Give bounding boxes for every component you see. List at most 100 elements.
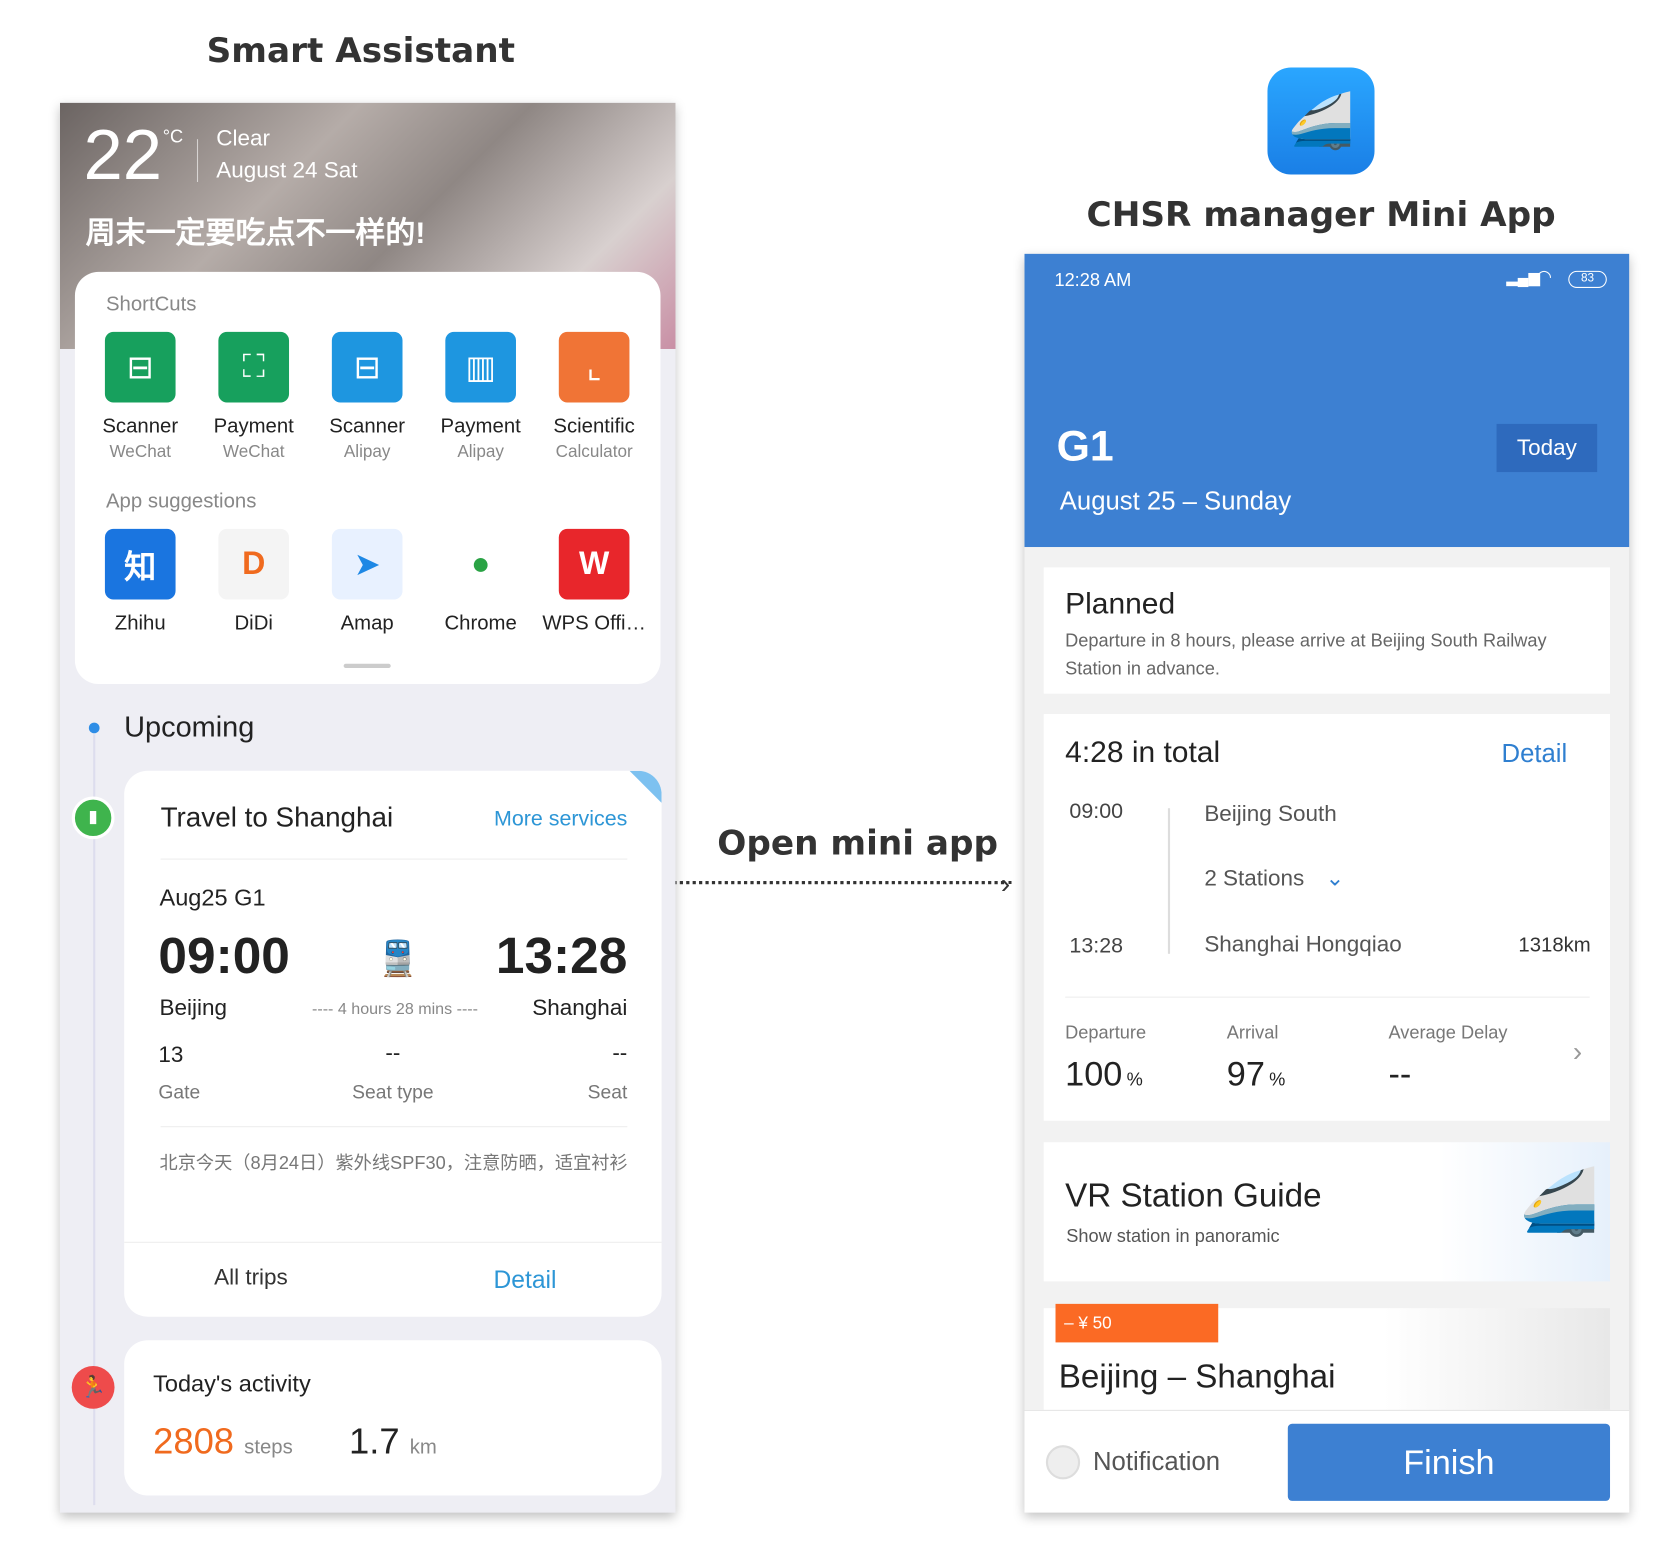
departure-time: 09:00 (158, 928, 290, 985)
notification-checkbox[interactable] (1045, 1445, 1081, 1480)
slogan: 周末一定要吃点不一样的! (85, 216, 426, 250)
shortcut-scanner-wechat[interactable]: ⊟ Scanner WeChat (83, 331, 196, 463)
shortcut-label: Scanner (102, 415, 179, 438)
zhihu-logo-icon: 知 (104, 528, 176, 600)
seat-type-value: -- (385, 1040, 401, 1066)
chevron-down-icon: ⌄ (1325, 866, 1345, 891)
stat-label: Average Delay (1388, 1022, 1508, 1043)
stat-value: -- (1388, 1054, 1415, 1094)
divider (124, 1241, 662, 1243)
distance-unit: km (409, 1436, 437, 1460)
shortcut-sublabel: Alipay (457, 443, 504, 462)
seat-label: Seat (587, 1081, 628, 1103)
weather-condition: Clear (216, 126, 270, 151)
chsr-mini-app-screen: 12:28 AM ▂▄▆ ◠ 83 G1 Today August 25 – S… (1024, 253, 1630, 1513)
journey-card: 4:28 in total Detail 09:00 Beijing South… (1043, 714, 1611, 1121)
shortcut-scientific-calculator[interactable]: ⌞ Scientific Calculator (537, 331, 650, 463)
divider (160, 1126, 628, 1128)
today-button[interactable]: Today (1496, 423, 1598, 473)
vr-guide-card[interactable]: VR Station Guide Show station in panoram… (1043, 1142, 1611, 1282)
stat-value: 97% (1227, 1054, 1286, 1094)
shortcut-sublabel: Alipay (343, 443, 391, 462)
stat-number: 97 (1226, 1054, 1265, 1093)
stops-count: 2 Stations (1204, 866, 1305, 891)
detail-button[interactable]: Detail (494, 1265, 557, 1294)
shortcut-payment-wechat[interactable]: ⛶ Payment WeChat (197, 331, 310, 463)
smart-assistant-screen: 22 °C Clear August 24 Sat 周末一定要吃点不一样的! S… (59, 102, 676, 1513)
chrome-logo-icon: ● (445, 528, 516, 600)
more-services-link[interactable]: More services (494, 807, 627, 832)
departure-station: Beijing South (1204, 801, 1337, 827)
distance: 1318km (1518, 934, 1591, 958)
promo-title: Beijing – Shanghai (1058, 1357, 1336, 1395)
app-wps[interactable]: W WPS Offi… (537, 528, 650, 636)
departure-time: 09:00 (1069, 799, 1124, 824)
arrow-label: Open mini app (717, 822, 999, 863)
status-title: Planned (1065, 586, 1176, 620)
stat-unit: % (1126, 1069, 1143, 1090)
seat-value: -- (612, 1040, 628, 1066)
shortcuts-title: ShortCuts (105, 293, 197, 316)
app-didi[interactable]: D DiDi (197, 528, 310, 636)
distance-value: 1.7 (348, 1421, 400, 1463)
travel-card[interactable]: Travel to Shanghai More services Aug25 G… (124, 770, 662, 1317)
detail-link[interactable]: Detail (1502, 740, 1568, 770)
train-number: Aug25 G1 (159, 884, 266, 911)
app-label: Zhihu (114, 612, 166, 635)
weather-date: August 24 Sat (216, 158, 358, 184)
route-line (1167, 808, 1171, 954)
travel-title: Travel to Shanghai (160, 800, 394, 833)
arrival-station: Shanghai Hongqiao (1204, 932, 1402, 958)
promo-card[interactable]: – ¥ 50 Beijing – Shanghai (1043, 1303, 1611, 1416)
left-title: Smart Assistant (206, 29, 515, 71)
didi-logo-icon: D (218, 528, 290, 600)
ticket-icon: ▮ (71, 796, 115, 840)
stat-label: Arrival (1226, 1022, 1279, 1043)
signal-icon: ▂▄▆ (1506, 268, 1540, 286)
arrival-city: Shanghai (532, 995, 628, 1021)
stat-unit: % (1269, 1069, 1286, 1090)
shortcut-payment-alipay[interactable]: ▥ Payment Alipay (424, 331, 537, 463)
divider (160, 858, 628, 860)
total-duration: 4:28 in total (1065, 735, 1221, 769)
upcoming-heading: Upcoming (124, 710, 255, 743)
shortcut-scanner-alipay[interactable]: ⊟ Scanner Alipay (310, 331, 423, 463)
app-chrome[interactable]: ● Chrome (424, 528, 537, 636)
divider (196, 139, 199, 182)
chevron-right-icon[interactable]: › (1573, 1035, 1582, 1068)
shortcut-label: Payment (440, 415, 521, 438)
departure-city: Beijing (159, 995, 227, 1021)
barcode-icon: ▥ (445, 331, 516, 403)
app-amap[interactable]: ➤ Amap (310, 528, 423, 636)
arrow-head-icon: › (1000, 867, 1011, 900)
weather-note: 北京今天（8月24日）紫外线SPF30，注意防晒，适宜衬衫 (159, 1152, 628, 1174)
corner-flag (629, 770, 662, 803)
notification-label: Notification (1092, 1447, 1221, 1477)
arrival-time: 13:28 (495, 928, 628, 985)
status-card: Planned Departure in 8 hours, please arr… (1043, 567, 1611, 694)
train-icon: 🚆 (376, 938, 420, 978)
activity-card[interactable]: Today's activity 2808 steps 1.7 km (124, 1340, 662, 1496)
duration-text: 4 hours 28 mins (337, 999, 453, 1019)
graph-icon: ⌞ (558, 331, 630, 403)
app-zhihu[interactable]: 知 Zhihu (83, 528, 196, 636)
running-icon: 🏃 (71, 1365, 115, 1409)
temperature: 22 (83, 114, 163, 194)
shortcut-label: Scientific (553, 415, 635, 438)
app-label: WPS Offi… (542, 612, 646, 635)
status-time: 12:28 AM (1054, 269, 1132, 291)
stations-toggle[interactable]: 2 Stations ⌄ (1204, 865, 1344, 892)
all-trips-button[interactable]: All trips (214, 1265, 288, 1291)
scan-icon: ⊟ (104, 331, 176, 403)
bullet-train-illustration: 🚄 (1519, 1165, 1600, 1238)
stat-label: Departure (1065, 1022, 1147, 1043)
status-description: Departure in 8 hours, please arrive at B… (1065, 630, 1547, 679)
finish-button[interactable]: Finish (1287, 1423, 1611, 1501)
app-label: Amap (340, 612, 394, 635)
vr-title: VR Station Guide (1065, 1176, 1322, 1214)
amap-logo-icon: ➤ (331, 528, 403, 600)
duration: ---- 4 hours 28 mins ---- (312, 999, 478, 1019)
vr-subtitle: Show station in panoramic (1066, 1225, 1280, 1247)
temperature-unit: °C (162, 126, 184, 147)
seat-type-label: Seat type (352, 1081, 434, 1103)
